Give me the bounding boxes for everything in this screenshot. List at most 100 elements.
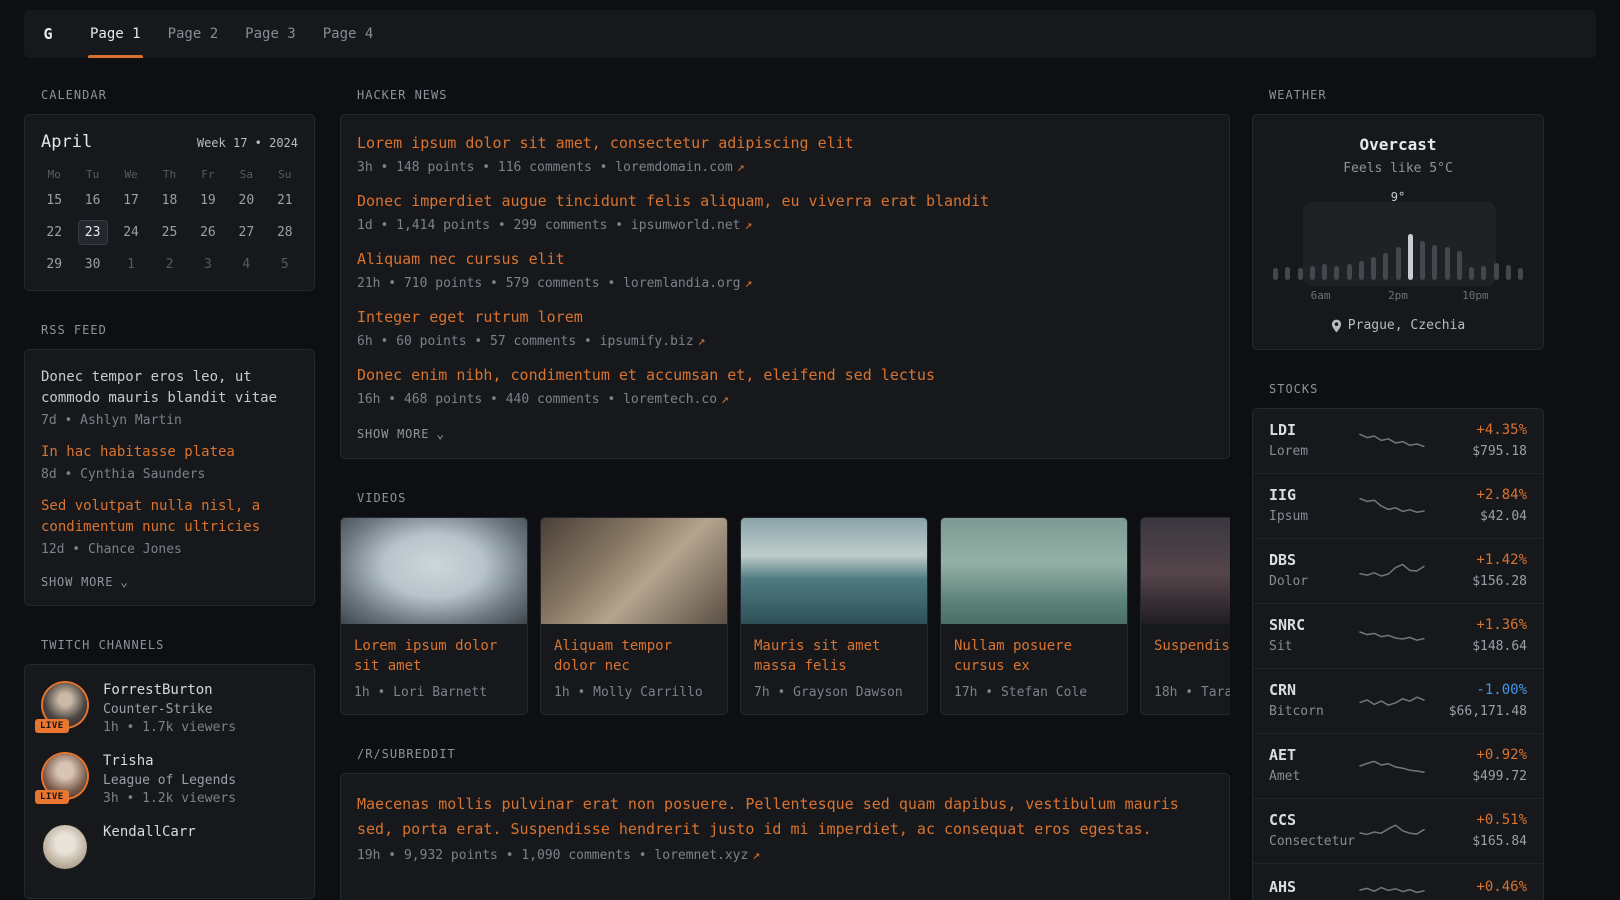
video-body: Suspendisse diam 18h • Tara [1141,624,1230,714]
calendar-day: 27 [227,221,265,244]
tab-page-1[interactable]: Page 1 [90,10,141,58]
rss-item-title[interactable]: Donec tempor eros leo, ut commodo mauris… [41,367,298,409]
twitch-channel[interactable]: LIVE Trisha League of Legends 3h • 1.2k … [41,752,298,806]
hackernews-item-meta: 1d • 1,414 points • 299 comments • ipsum… [357,216,1213,236]
rss-show-more-button[interactable]: SHOW MORE ⌄ [41,575,129,590]
external-link-icon[interactable]: ↗ [721,392,729,407]
twitch-card: LIVE ForrestBurton Counter-Strike 1h • 1… [24,664,315,899]
weather-bar [1481,266,1486,280]
tab-page-3[interactable]: Page 3 [245,10,296,58]
weather-bar [1273,268,1278,280]
stock-row[interactable]: AHS +0.46% [1253,863,1543,900]
stock-name: Amet [1269,768,1353,786]
stock-row[interactable]: LDI Lorem +4.35% $795.18 [1253,409,1543,473]
calendar-dow: Sa [227,168,265,181]
calendar-month: April [41,132,92,152]
weather-bar [1359,261,1364,280]
stock-ticker: AET [1269,746,1353,765]
stock-values: +1.42% $156.28 [1431,551,1527,591]
calendar-day: 18 [150,189,188,212]
stock-ticker: DBS [1269,551,1353,570]
twitch-channel-info: KendallCarr [103,823,196,871]
stock-sparkline [1353,688,1431,714]
calendar-dow: Th [150,168,188,181]
hackernews-item: Integer eget rutrum lorem 6h • 60 points… [357,307,1213,352]
video-thumbnail[interactable] [941,518,1127,624]
stock-row[interactable]: CCS Consectetur +0.51% $165.84 [1253,798,1543,863]
twitch-channel[interactable]: KendallCarr [41,823,298,871]
video-card[interactable]: Lorem ipsum dolor sit amet consectetu… 1… [340,517,528,715]
rss-card: Donec tempor eros leo, ut commodo mauris… [24,349,315,606]
video-thumbnail[interactable] [1141,518,1230,624]
video-title[interactable]: Lorem ipsum dolor sit amet consectetu… [354,636,514,676]
video-thumbnail[interactable] [541,518,727,624]
calendar-day: 20 [227,189,265,212]
hackernews-item-link[interactable]: Donec enim nibh, condimentum et accumsan… [357,365,935,385]
weather-bar [1383,253,1388,280]
stock-row[interactable]: AET Amet +0.92% $499.72 [1253,733,1543,798]
stock-name: Lorem [1269,443,1353,461]
external-link-icon[interactable]: ↗ [745,218,753,233]
external-link-icon[interactable]: ↗ [698,334,706,349]
weather-bar [1347,264,1352,280]
app-logo[interactable]: G [24,10,72,58]
calendar-day: 22 [35,221,73,244]
stock-price: $66,171.48 [1431,703,1527,721]
stock-row[interactable]: DBS Dolor +1.42% $156.28 [1253,538,1543,603]
rss-item[interactable]: Donec tempor eros leo, ut commodo mauris… [41,367,298,428]
rss-item[interactable]: In hac habitasse platea 8d • Cynthia Sau… [41,442,298,482]
tab-page-2[interactable]: Page 2 [168,10,219,58]
twitch-channel-name[interactable]: ForrestBurton [103,681,236,699]
video-title[interactable]: Suspendisse diam [1154,636,1230,676]
video-thumbnail[interactable] [341,518,527,624]
stock-price: $795.18 [1431,443,1527,461]
video-card[interactable]: Suspendisse diam 18h • Tara [1140,517,1230,715]
hackernews-item-link[interactable]: Lorem ipsum dolor sit amet, consectetur … [357,133,854,153]
tab-page-4[interactable]: Page 4 [323,10,374,58]
weather-bar [1457,251,1462,280]
external-link-icon[interactable]: ↗ [745,276,753,291]
hackernews-item-link[interactable]: Donec imperdiet augue tincidunt felis al… [357,191,989,211]
video-title[interactable]: Nullam posuere cursus ex [954,636,1114,676]
stock-row[interactable]: SNRC Sit +1.36% $148.64 [1253,603,1543,668]
rss-item-title[interactable]: Sed volutpat nulla nisl, a condimentum n… [41,496,298,538]
hackernews-item-link[interactable]: Aliquam nec cursus elit [357,249,565,269]
external-link-icon[interactable]: ↗ [752,848,760,863]
twitch-avatar-wrap: LIVE [41,752,89,800]
calendar-day: 28 [266,221,304,244]
map-pin-icon [1331,319,1342,333]
hackernews-item-link[interactable]: Integer eget rutrum lorem [357,307,583,327]
rss-item-title[interactable]: In hac habitasse platea [41,442,298,463]
video-meta: 1h • Lori Barnett [354,685,514,700]
hackernews-show-more-button[interactable]: SHOW MORE ⌄ [357,427,445,442]
video-card[interactable]: Mauris sit amet massa felis 7h • Grayson… [740,517,928,715]
twitch-channel-meta: 3h • 1.2k viewers [103,791,236,806]
rss-item[interactable]: Sed volutpat nulla nisl, a condimentum n… [41,496,298,557]
video-card[interactable]: Aliquam tempor dolor nec pharetra… 1h • … [540,517,728,715]
video-thumbnail[interactable] [741,518,927,624]
calendar-day: 17 [112,189,150,212]
twitch-channel-name[interactable]: Trisha [103,752,236,770]
twitch-avatar-wrap: LIVE [41,681,89,729]
stock-row[interactable]: IIG Ipsum +2.84% $42.04 [1253,473,1543,538]
stock-name: Dolor [1269,573,1353,591]
stock-id: IIG Ipsum [1269,486,1353,526]
stock-change: -1.00% [1431,681,1527,700]
stock-ticker: LDI [1269,421,1353,440]
video-title[interactable]: Mauris sit amet massa felis [754,636,914,676]
twitch-channel-name[interactable]: KendallCarr [103,823,196,841]
video-title[interactable]: Aliquam tempor dolor nec pharetra… [554,636,714,676]
stock-ticker: CCS [1269,811,1353,830]
weather-chart: 9° 6am 2pm 10pm [1269,190,1527,304]
stock-change: +1.42% [1431,551,1527,570]
calendar-day: 15 [35,189,73,212]
twitch-channel[interactable]: LIVE ForrestBurton Counter-Strike 1h • 1… [41,681,298,735]
calendar-week-meta: Week 17 • 2024 [197,136,298,150]
video-card[interactable]: Nullam posuere cursus ex 17h • Stefan Co… [940,517,1128,715]
rss-show-more-label: SHOW MORE [41,575,113,589]
external-link-icon[interactable]: ↗ [737,160,745,175]
twitch-channel-info: Trisha League of Legends 3h • 1.2k viewe… [103,752,236,806]
stock-row[interactable]: CRN Bitcorn -1.00% $66,171.48 [1253,668,1543,733]
hackernews-card: Lorem ipsum dolor sit amet, consectetur … [340,114,1230,459]
subreddit-post-link[interactable]: Maecenas mollis pulvinar erat non posuer… [357,792,1213,842]
